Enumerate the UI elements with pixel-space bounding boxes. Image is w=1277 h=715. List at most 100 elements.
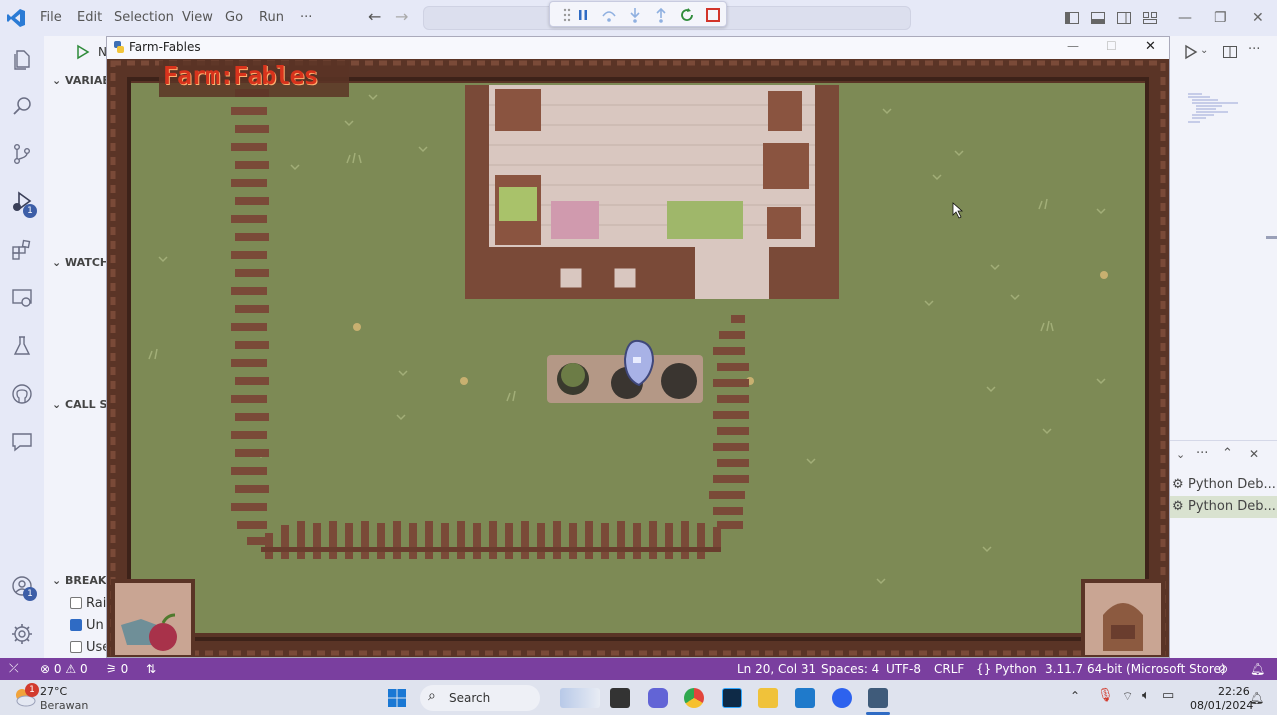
windows-start-icon[interactable]	[387, 688, 407, 708]
toggle-sidebar-icon[interactable]	[1064, 10, 1080, 26]
call-stack-header: CALL ST	[65, 398, 106, 411]
checkbox-checked[interactable]	[70, 619, 82, 631]
weather-badge: 1	[25, 683, 39, 697]
run-debug-badge: 1	[23, 204, 37, 218]
copilot-icon[interactable]: ⊘	[1218, 662, 1228, 676]
file-explorer-icon[interactable]	[758, 688, 778, 708]
breakpoint-uncaught[interactable]: Un	[70, 618, 104, 633]
scrollbar-thumb[interactable]	[1266, 236, 1277, 239]
step-into-icon[interactable]	[626, 6, 644, 24]
breakpoints-section[interactable]: ⌄ BREAKI	[52, 574, 106, 587]
restart-icon[interactable]	[678, 6, 696, 24]
taskbar-search[interactable]: ⌕ Search	[420, 685, 540, 711]
remote-explorer-icon[interactable]	[10, 286, 34, 310]
breakpoint-user[interactable]: Use	[70, 640, 106, 655]
python-interpreter[interactable]: 3.11.7 64-bit (Microsoft Store)	[1045, 662, 1226, 676]
menu-file[interactable]: File	[40, 10, 62, 25]
menu-run[interactable]: Run	[259, 10, 284, 25]
close-icon[interactable]: ✕	[1252, 10, 1264, 26]
github-icon[interactable]	[10, 382, 34, 406]
split-editor-icon[interactable]	[1222, 44, 1238, 60]
step-out-icon[interactable]	[652, 6, 670, 24]
game-maximize-icon[interactable]: ☐	[1106, 39, 1117, 53]
notification-bell-icon[interactable]: 🔔︎	[1249, 691, 1264, 705]
debug-console-item[interactable]: ⚙ Python Deb...	[1170, 474, 1277, 496]
indentation[interactable]: Spaces: 4	[821, 662, 879, 676]
pause-icon[interactable]	[574, 6, 592, 24]
battery-icon[interactable]: ▭	[1162, 688, 1174, 703]
menu-go[interactable]: Go	[225, 10, 243, 25]
wifi-icon[interactable]: ⌔	[1122, 689, 1133, 704]
cursor-position[interactable]: Ln 20, Col 31	[737, 662, 816, 676]
panel-more-icon[interactable]: ···	[1196, 446, 1208, 461]
line-endings[interactable]: CRLF	[934, 662, 964, 676]
debug-console-item-active[interactable]: ⚙ Python Deb...	[1170, 496, 1277, 518]
tray-chevron-icon[interactable]: ⌃	[1070, 689, 1080, 703]
game-minimize-icon[interactable]: —	[1067, 39, 1079, 53]
encoding[interactable]: UTF-8	[886, 662, 921, 676]
launch-config-label[interactable]: N	[98, 45, 106, 59]
menu-edit[interactable]: Edit	[77, 10, 102, 25]
breakpoint-raised[interactable]: Rai	[70, 596, 106, 611]
menu-more[interactable]: ···	[300, 10, 312, 25]
call-stack-section[interactable]: ⌄ CALL ST	[52, 398, 106, 411]
notifications-bell-icon[interactable]: 🔔︎	[1250, 662, 1265, 676]
maximize-panel-icon[interactable]: ⌃	[1222, 446, 1233, 461]
clock-date[interactable]: 08/01/2024	[1190, 699, 1253, 712]
debug-gear-icon: ⚙	[1172, 499, 1184, 514]
search-highlight-icon[interactable]	[560, 688, 600, 708]
photoshop-icon[interactable]	[722, 688, 742, 708]
search-icon[interactable]	[10, 94, 34, 118]
source-control-icon[interactable]	[10, 142, 34, 166]
start-debugging-icon[interactable]	[74, 44, 90, 60]
variables-section[interactable]: ⌄ VARIAB	[52, 74, 106, 87]
menu-view[interactable]: View	[182, 10, 213, 25]
language-mode[interactable]: {} Python	[976, 662, 1037, 676]
run-icon[interactable]	[1182, 44, 1198, 60]
game-scene	[107, 59, 1169, 657]
watch-section[interactable]: ⌄ WATCH	[52, 256, 106, 269]
extensions-icon[interactable]	[10, 238, 34, 262]
app-tile-icon[interactable]	[610, 688, 630, 708]
weather-temp: 27°C	[40, 685, 68, 698]
vscode-taskbar-icon[interactable]	[795, 688, 815, 708]
game-close-icon[interactable]: ✕	[1145, 39, 1156, 54]
debug-status-icon[interactable]: ⇅	[146, 662, 156, 676]
toggle-secondary-sidebar-icon[interactable]	[1116, 10, 1132, 26]
stop-icon[interactable]	[704, 6, 722, 24]
settings-gear-icon[interactable]	[10, 622, 34, 646]
menu-selection[interactable]: Selection	[114, 10, 174, 25]
volume-icon[interactable]: 🔈︎	[1142, 688, 1150, 703]
microphone-icon[interactable]: 🎙︎	[1097, 688, 1114, 703]
toggle-panel-icon[interactable]	[1090, 10, 1106, 26]
step-over-icon[interactable]	[600, 6, 618, 24]
checkbox[interactable]	[70, 641, 82, 653]
breakpoint-label: Use	[86, 640, 106, 655]
minimize-icon[interactable]: —	[1178, 10, 1192, 26]
customize-layout-icon[interactable]	[1142, 10, 1158, 26]
clock-time[interactable]: 22:26	[1218, 685, 1250, 698]
minimap[interactable]	[1188, 92, 1242, 130]
vscode-logo-icon	[7, 9, 25, 27]
checkbox[interactable]	[70, 597, 82, 609]
close-panel-icon[interactable]: ✕	[1249, 447, 1259, 461]
python-app-icon[interactable]	[868, 688, 888, 708]
forward-arrow-icon[interactable]: →	[395, 7, 408, 26]
chevron-down-icon[interactable]: ⌄	[1200, 45, 1208, 56]
error-count: 0	[53, 662, 62, 676]
ports-indicator[interactable]: ⚞ 0	[106, 662, 128, 676]
debug-item-label: Python Deb...	[1188, 477, 1276, 492]
back-arrow-icon[interactable]: ←	[368, 7, 381, 26]
maximize-icon[interactable]: ❐	[1214, 10, 1227, 26]
teams-chat-icon[interactable]	[648, 688, 668, 708]
game-window[interactable]: Farm-Fables — ☐ ✕ Farm:Fables	[106, 36, 1170, 658]
explorer-icon[interactable]	[10, 48, 34, 72]
testing-icon[interactable]	[10, 334, 34, 358]
chrome-icon[interactable]	[684, 688, 704, 708]
collapse-chevron-icon[interactable]: ⌄	[1176, 448, 1185, 461]
remote-icon[interactable]: ⤫	[9, 661, 19, 676]
zoom-icon[interactable]	[832, 688, 852, 708]
more-actions-icon[interactable]: ···	[1248, 42, 1260, 57]
chat-icon[interactable]	[10, 430, 34, 454]
problems-indicator[interactable]: ⊗ 0 ⚠ 0	[40, 662, 88, 676]
